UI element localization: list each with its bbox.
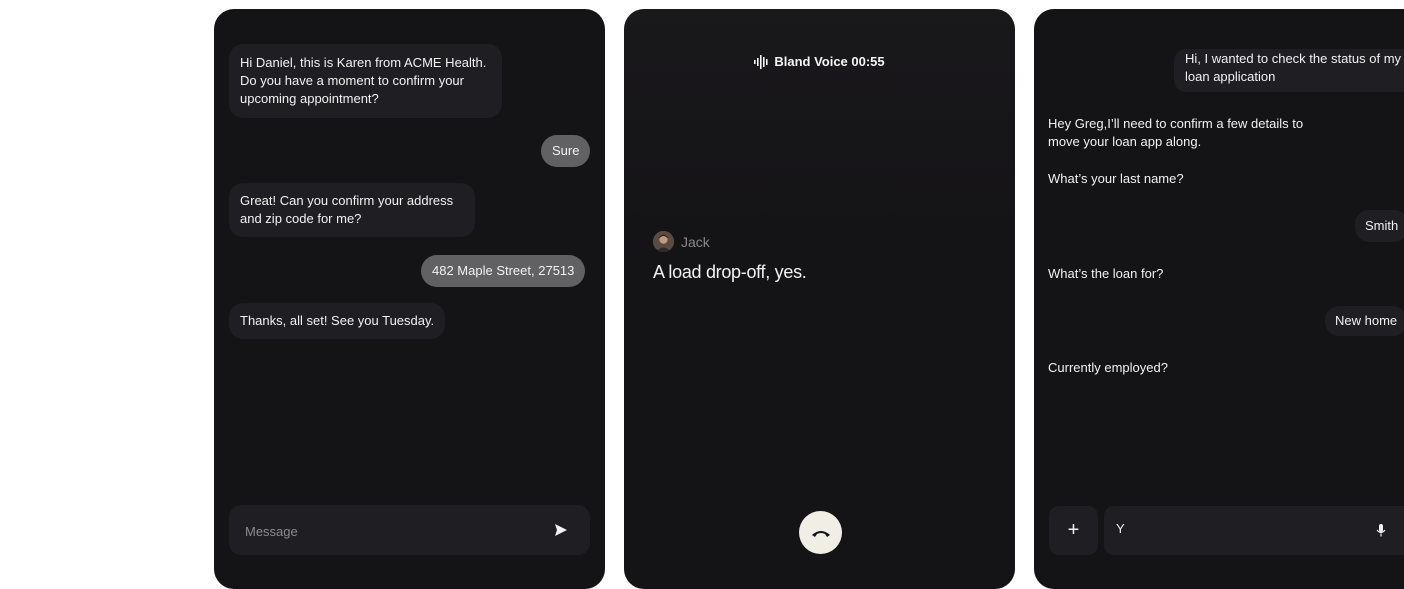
- message-composer: [229, 505, 590, 555]
- user-message: Sure: [541, 135, 591, 167]
- agent-message: What’s your last name?: [1048, 171, 1184, 186]
- add-attachment-button[interactable]: +: [1049, 506, 1098, 555]
- agent-message: Thanks, all set! See you Tuesday.: [229, 303, 446, 339]
- reply-input-value: Y: [1116, 521, 1125, 536]
- hangup-button[interactable]: [799, 511, 842, 554]
- live-transcript: A load drop-off, yes.: [653, 262, 807, 282]
- agent-message: Hi Daniel, this is Karen from ACME Healt…: [229, 44, 502, 118]
- agent-message: What’s the loan for?: [1048, 266, 1164, 281]
- sms-chat-panel: Hi Daniel, this is Karen from ACME Healt…: [214, 9, 605, 589]
- reply-input[interactable]: Y: [1104, 506, 1404, 555]
- user-message: Hi, I wanted to check the status of my l…: [1174, 49, 1404, 92]
- speaker-row: Jack: [653, 231, 710, 252]
- agent-message: Great! Can you confirm your address and …: [229, 183, 475, 237]
- avatar: [653, 231, 674, 252]
- agent-message: Hey Greg,I’ll need to confirm a few deta…: [1048, 116, 1304, 149]
- agent-message: Currently employed?: [1048, 360, 1168, 375]
- loan-chat-panel: Hi, I wanted to check the status of my l…: [1034, 9, 1404, 589]
- phone-hangup-icon: [811, 530, 830, 537]
- message-input[interactable]: [243, 519, 527, 543]
- voice-call-panel: Bland Voice 00:55 Jack A load drop-off, …: [624, 9, 1015, 589]
- soundwave-icon: [754, 55, 768, 69]
- microphone-button[interactable]: [1371, 521, 1391, 541]
- call-title-timer: Bland Voice 00:55: [774, 54, 885, 69]
- microphone-icon: [1376, 524, 1386, 537]
- user-message: New home: [1325, 306, 1404, 336]
- send-icon: [555, 524, 567, 536]
- call-header: Bland Voice 00:55: [624, 54, 1015, 69]
- plus-icon: +: [1067, 519, 1080, 541]
- user-message: 482 Maple Street, 27513: [421, 255, 586, 287]
- send-button[interactable]: [551, 520, 571, 540]
- speaker-name: Jack: [681, 233, 710, 250]
- user-message: Smith: [1355, 210, 1404, 242]
